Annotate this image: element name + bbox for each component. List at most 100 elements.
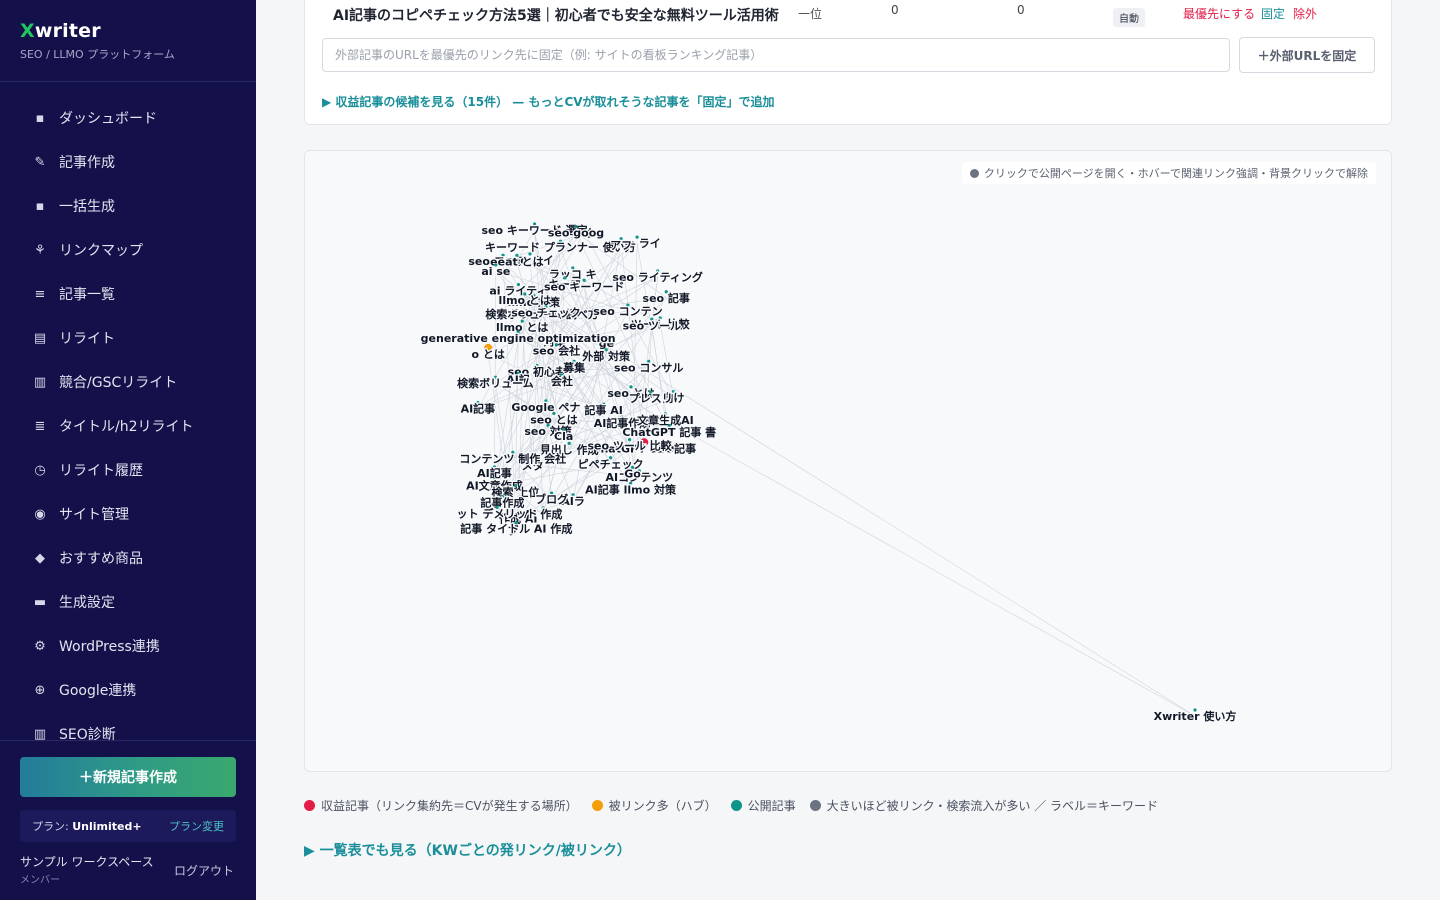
node-label[interactable]: generative engine optimization [419,331,616,347]
link-node[interactable]: Go [623,465,643,482]
link-node[interactable]: ット デメリット [455,505,538,521]
link-node[interactable]: 会社 [550,373,575,390]
sidebar-item[interactable]: ▤ リライト [0,316,256,360]
sidebar-item[interactable]: ◆ おすすめ商品 [0,536,256,580]
link-node[interactable]: ChatGPT 記事 書 [621,424,717,441]
link-node[interactable]: seo goog [547,224,606,241]
external-url-input[interactable] [322,38,1230,72]
link-map-panel[interactable]: オウ seo キーワード 選定 seo goog seo ライ キーワード プランナー … [304,150,1392,772]
revenue-candidates-toggle[interactable]: ▶ 収益記事の候補を見る（15件） — もっとCVが取れそうな記事を「固定」で追… [322,93,775,110]
link-node[interactable]: 募集 [561,359,587,376]
node-label[interactable]: seo キーワード [543,279,626,295]
link-node[interactable]: seo 会社 [531,342,581,359]
node-label[interactable]: Google ペナ [510,400,582,416]
link-node[interactable]: AI記事 llmo 対策 [584,481,678,498]
node-label[interactable]: seo ライティング [611,269,704,286]
node-label[interactable]: o とは [470,347,506,363]
link-node[interactable]: seo ツール [621,317,682,334]
link-node[interactable]: o とは [470,343,506,363]
link-node[interactable]: 記事 タイトル AI 作成 [459,520,574,537]
link-node[interactable]: アフ [609,237,634,254]
link-node[interactable]: ai se [480,263,512,280]
node-label[interactable]: コンテンツ 制作 会社 [458,450,567,467]
node-label[interactable]: 記事 AI [583,402,624,419]
node-label[interactable]: llmo とは [497,293,552,309]
sidebar-item[interactable]: ▪ ダッシュボード [0,96,256,140]
node-label[interactable]: 文章生成AI [636,412,695,429]
sidebar-divider [0,81,256,82]
link-node[interactable]: 文章生成AI [636,412,695,429]
sidebar-item[interactable]: ▥ 競合/GSCリライト [0,360,256,404]
link-node[interactable]: seo コンテン [592,303,664,320]
make-priority-link[interactable]: 最優先にする [1183,5,1255,22]
node-label[interactable]: ブログ [534,491,570,508]
link-node[interactable]: Xwriter 使い方 [1152,708,1237,725]
link-node[interactable]: 検索ボリューム [456,375,535,392]
node-label[interactable]: Xwriter 使い方 [1152,708,1237,725]
sidebar-item[interactable]: ◉ サイト管理 [0,492,256,536]
link-node[interactable]: ブログ [534,491,570,508]
plan-change-link[interactable]: プラン変更 [169,818,224,834]
logout-link[interactable]: ログアウト [174,862,234,879]
sidebar-item[interactable]: ▥ SEO診断 [0,712,256,741]
node-label[interactable]: ai se [480,264,512,280]
node-label[interactable]: seo ツール [621,318,682,334]
node-label[interactable]: seo 記事 [641,290,691,307]
pinned-article-title[interactable]: AI記事のコピペチェック方法5選｜初心者でも安全な無料ツール活用術 [333,5,779,25]
pin-link[interactable]: 固定 [1261,5,1285,22]
link-node[interactable]: AI記事 [476,465,513,482]
exclude-link[interactable]: 除外 [1293,5,1317,22]
link-node[interactable]: コンテンツ 制作 会社 [458,450,567,467]
link-node[interactable]: generative engine optimization [419,330,617,347]
sidebar-item[interactable]: ◷ リライト履歴 [0,448,256,492]
link-node[interactable]: seo とは [529,411,579,428]
link-node[interactable]: seo ライティング [611,269,704,286]
pin-external-url-button[interactable]: ＋外部URLを固定 [1239,37,1375,73]
sidebar-item[interactable]: ⚙ WordPress連携 [0,624,256,668]
node-label[interactable]: 記事 タイトル AI 作成 [459,520,574,537]
node-label[interactable]: seo コンテン [592,304,664,320]
node-label[interactable]: Go [623,466,643,482]
sidebar-item[interactable]: ▬ 生成設定 [0,580,256,624]
link-node[interactable]: 記事 AI [583,402,624,419]
node-label[interactable]: Cla [553,429,575,445]
list-icon: ≡ [34,286,46,302]
sidebar-item[interactable]: ≣ タイトル/h2リライト [0,404,256,448]
link-node[interactable]: seo 記事 [641,290,691,307]
link-node[interactable]: seo コンサル [613,359,685,376]
link-node[interactable]: Google ペナ [510,399,582,416]
link-map-graph[interactable]: オウseo キーワード 選定seo googseo ライキーワード プランナー … [305,151,1392,772]
node-label[interactable]: seo チェック [510,305,582,321]
link-node[interactable]: プレスリ [627,390,674,407]
link-node[interactable]: llmo とは [497,292,552,309]
node-label[interactable]: 募集 [561,359,587,376]
node-label[interactable]: 検索ボリューム [456,375,535,392]
node-label[interactable]: AI記事 llmo 対策 [584,481,678,498]
node-label[interactable]: seo コンサル [613,360,685,376]
link-node[interactable]: Cla [553,428,575,445]
node-label[interactable]: seo ツール 比較 [586,437,674,454]
sidebar-item[interactable]: ⊕ Google連携 [0,668,256,712]
node-label[interactable]: プレスリ [627,390,674,407]
sidebar-item[interactable]: ⚘ リンクマップ [0,228,256,272]
node-label[interactable]: アフ [609,238,634,254]
link-node[interactable]: seo ツール 比較 [586,437,674,454]
sidebar-item[interactable]: ≡ 記事一覧 [0,272,256,316]
link-node[interactable]: seo チェック [510,305,582,321]
node-label[interactable]: seo goog [547,225,606,241]
legend-dot-icon [591,799,603,811]
node-label[interactable]: seo 会社 [531,342,581,359]
node-label[interactable]: AI記事 [476,465,513,482]
link-node[interactable]: AI記事 [459,400,496,417]
brand-logo[interactable]: Xwriter [20,20,175,42]
node-label[interactable]: 会社 [550,373,575,390]
sidebar-item[interactable]: ▪ 一括生成 [0,184,256,228]
table-view-toggle[interactable]: ▶ 一覧表でも見る（KWごとの発リンク/被リンク） [304,840,631,860]
sidebar-item-label: タイトル/h2リライト [59,419,194,435]
node-label[interactable]: AI記事 [459,400,496,417]
sidebar-item[interactable]: ✎ 記事作成 [0,140,256,184]
link-node[interactable]: seo キーワード [543,278,626,295]
node-label[interactable]: ChatGPT 記事 書 [621,424,717,441]
node-label[interactable]: ット デメリット [455,505,538,521]
new-article-button[interactable]: ＋新規記事作成 [20,757,236,797]
